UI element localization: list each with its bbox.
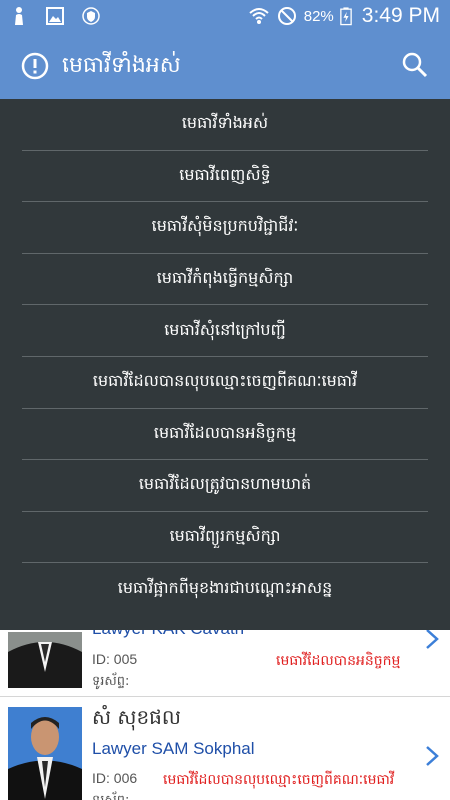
menu-item-full-rights[interactable]: មេធាវីពេញសិទ្ធិ <box>22 151 428 203</box>
notification-icon <box>15 7 23 25</box>
menu-item-removed[interactable]: មេធាវីដែលបានលុបឈ្មោះចេញពីគណៈមេធាវី <box>22 357 428 409</box>
menu-item-banned[interactable]: មេធាវីដែលត្រូវបានហាមឃាត់ <box>22 460 428 512</box>
gallery-icon <box>46 7 64 25</box>
shield-icon <box>82 7 100 25</box>
lawyer-status: មេធាវីដែលបានអនិច្ចកម្ម <box>276 653 401 669</box>
wifi-icon <box>249 8 269 24</box>
menu-item-off-list[interactable]: មេធាវីសុំនៅក្រៅបញ្ជី <box>22 305 428 357</box>
list-item[interactable]: Lawyer KAK Cavath ID: 005 មេធាវីដែលបានអន… <box>0 630 450 695</box>
lawyer-phone-label: ទូរស័ព្ទ: <box>92 792 129 800</box>
lawyer-name-kh: សំ សុខផល <box>92 705 181 729</box>
status-bar-left <box>8 5 102 27</box>
search-icon[interactable] <box>400 50 430 80</box>
filter-menu: មេធាវីទាំងអស់ មេធាវីពេញសិទ្ធិ មេធាវីសុំម… <box>0 99 450 630</box>
menu-item-temporarily-suspended[interactable]: មេធាវីផ្អាកពីមុខងារជាបណ្ដោះអាសន្ន <box>22 563 428 615</box>
lawyer-name-en: Lawyer SAM Sokphal <box>92 739 255 758</box>
lawyer-id: ID: 006 <box>92 770 138 786</box>
avatar-image <box>8 632 82 688</box>
avatar <box>8 632 82 688</box>
status-bar: 82% 3:49 PM <box>0 0 450 33</box>
menu-item-all-lawyers[interactable]: មេធាវីទាំងអស់ <box>22 99 428 151</box>
menu-item-in-internship[interactable]: មេធាវីកំពុងធ្វើកម្មសិក្សា <box>22 254 428 306</box>
lawyer-list: Lawyer KAK Cavath ID: 005 មេធាវីដែលបានអន… <box>0 630 450 800</box>
chevron-right-icon <box>426 630 439 649</box>
info-icon[interactable] <box>20 51 50 81</box>
do-not-disturb-icon <box>277 7 296 25</box>
chevron-right-icon <box>426 746 439 766</box>
status-bar-right: 82% 3:49 PM <box>248 4 440 28</box>
menu-item-suspended-internship[interactable]: មេធាវីព្យួរកម្មសិក្សា <box>22 512 428 564</box>
page-title: មេធាវីទាំងអស់ <box>62 53 181 78</box>
list-item[interactable]: សំ សុខផល Lawyer SAM Sokphal ID: 006 មេធា… <box>0 697 450 800</box>
avatar-image <box>8 707 82 800</box>
status-time: 3:49 PM <box>361 4 440 27</box>
battery-charging-icon <box>339 7 352 26</box>
lawyer-phone-label: ទូរស័ព្ទ: <box>92 674 130 689</box>
menu-item-deceased[interactable]: មេធាវីដែលបានអនិច្ចកម្ម <box>22 409 428 461</box>
lawyer-name-en: Lawyer KAK Cavath <box>92 630 244 639</box>
avatar <box>8 707 82 800</box>
battery-percent: 82% <box>303 7 334 25</box>
menu-item-not-practicing[interactable]: មេធាវីសុំមិនប្រកបវិជ្ជាជីវៈ <box>22 202 428 254</box>
app-bar: មេធាវីទាំងអស់ <box>0 33 450 99</box>
lawyer-id: ID: 005 <box>92 651 138 667</box>
lawyer-status: មេធាវីដែលបានលុបឈ្មោះចេញពីគណៈមេធាវី <box>163 772 395 788</box>
